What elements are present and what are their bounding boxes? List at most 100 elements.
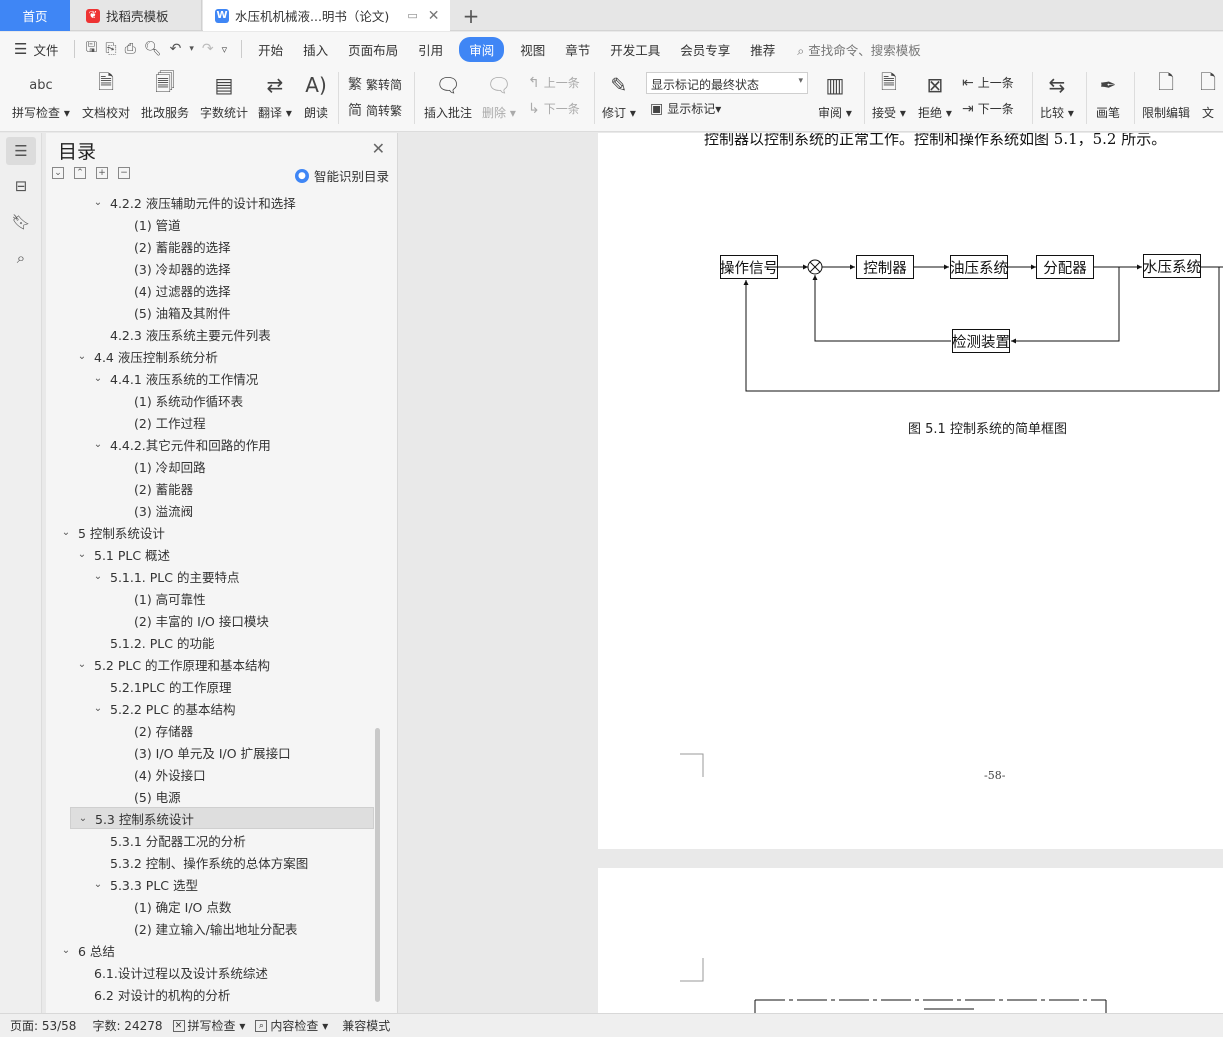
page-indicator[interactable]: 页面: 53/58 [10, 1017, 76, 1034]
export-pdf-icon[interactable]: ⎘ [105, 41, 116, 57]
translate-button[interactable]: ⇄ 翻译 ▾ [258, 70, 292, 121]
menu-developer[interactable]: 开发工具 [610, 40, 660, 59]
menu-page-layout[interactable]: 页面布局 [348, 40, 398, 59]
toc-item[interactable]: ⌄ 5.1 PLC 概述 [46, 543, 376, 565]
toc-item[interactable]: (2) 蓄能器 [46, 477, 376, 499]
menu-file[interactable]: 文件 [33, 40, 58, 59]
chevron-down-icon[interactable]: ⌄ [92, 373, 104, 384]
chevron-down-icon[interactable]: ⌄ [77, 813, 89, 824]
chevron-down-icon[interactable]: ⌄ [76, 659, 88, 670]
menu-view[interactable]: 视图 [520, 40, 545, 59]
toc-item[interactable]: ⌄ 5.1.1. PLC 的主要特点 [46, 565, 376, 587]
word-count-indicator[interactable]: 字数: 24278 [92, 1017, 162, 1034]
menu-chapter[interactable]: 章节 [565, 40, 590, 59]
toc-item[interactable]: (3) 溢流阀 [46, 499, 376, 521]
toc-item[interactable]: ⌄ 4.4 液压控制系统分析 [46, 345, 376, 367]
collapse-all-icon[interactable]: ⌄ [52, 167, 64, 179]
menu-recommend[interactable]: 推荐 [750, 40, 775, 59]
chevron-down-icon[interactable]: ⌄ [92, 703, 104, 714]
toc-item[interactable]: (2) 丰富的 I/O 接口模块 [46, 609, 376, 631]
hamburger-icon[interactable]: ☰ [14, 40, 27, 58]
print-icon[interactable]: ⎙ [125, 41, 136, 57]
menu-insert[interactable]: 插入 [303, 40, 328, 59]
customize-dropdown-icon[interactable]: ▿ [222, 43, 228, 56]
toc-item[interactable]: (2) 蓄能器的选择 [46, 235, 376, 257]
status-content-check[interactable]: ⌕ 内容检查 ▾ [255, 1017, 328, 1034]
search-icon[interactable]: ⌕ [10, 247, 32, 269]
close-icon[interactable]: ✕ [372, 139, 385, 158]
chevron-down-icon[interactable]: ⌄ [60, 527, 72, 538]
menu-member[interactable]: 会员专享 [680, 40, 730, 59]
spell-check-button[interactable]: abc 拼写检查 ▾ [12, 70, 70, 121]
print-preview-icon[interactable]: 🔍︎ [144, 41, 162, 57]
toc-item[interactable]: 6.2 对设计的机构的分析 [46, 983, 376, 1005]
trad-to-simp-button[interactable]: 繁繁转简 [348, 74, 402, 94]
toc-item[interactable]: (1) 冷却回路 [46, 455, 376, 477]
toc-item[interactable]: (5) 油箱及其附件 [46, 301, 376, 323]
bookmark-icon[interactable]: 🔖︎ [10, 211, 32, 233]
chevron-down-icon[interactable]: ⌄ [92, 197, 104, 208]
undo-dropdown-icon[interactable]: ▾ [189, 44, 194, 54]
menu-start[interactable]: 开始 [258, 40, 283, 59]
tab-home[interactable]: 首页 [0, 0, 70, 31]
toc-item[interactable]: (1) 确定 I/O 点数 [46, 895, 376, 917]
command-search[interactable]: ⌕ 查找命令、搜索模板 [797, 40, 921, 59]
toc-item[interactable]: (2) 工作过程 [46, 411, 376, 433]
toc-item[interactable]: (1) 系统动作循环表 [46, 389, 376, 411]
toc-item[interactable]: ⌄ 5 控制系统设计 [46, 521, 376, 543]
compare-button[interactable]: ⇆ 比较 ▾ [1040, 70, 1074, 121]
toc-scrollbar[interactable] [375, 728, 380, 1002]
toc-item[interactable]: ⌄ 5.3.3 PLC 选型 [46, 873, 376, 895]
toc-item[interactable]: ⌄ 5.3 控制系统设计 [70, 807, 374, 829]
pin-window-icon[interactable]: ▭ [407, 9, 417, 22]
save-icon[interactable]: 🖫 [85, 37, 97, 61]
chevron-down-icon[interactable]: ⌄ [92, 879, 104, 890]
smart-toc-button[interactable]: ● 智能识别目录 [294, 166, 389, 185]
toc-item[interactable]: 5.3.2 控制、操作系统的总体方案图 [46, 851, 376, 873]
menu-review[interactable]: 审阅 [459, 36, 505, 62]
toc-item[interactable]: (1) 管道 [46, 213, 376, 235]
toc-item[interactable]: 5.2.1PLC 的工作原理 [46, 675, 376, 697]
accept-button[interactable]: 🗎 接受 ▾ [872, 70, 906, 121]
toc-item[interactable]: 5.1.2. PLC 的功能 [46, 631, 376, 653]
undo-icon[interactable]: ↶ [170, 41, 182, 57]
toc-item[interactable]: (2) 建立输入/输出地址分配表 [46, 917, 376, 939]
chevron-down-icon[interactable]: ⌄ [60, 945, 72, 956]
document-permission-button[interactable]: 🗋 文 [1200, 70, 1216, 121]
toc-item[interactable]: (3) I/O 单元及 I/O 扩展接口 [46, 741, 376, 763]
prev-change-button[interactable]: ⇤ 上一条 [962, 74, 1014, 91]
toc-item[interactable]: ⌄ 6 总结 [46, 939, 376, 961]
track-changes-button[interactable]: ✎ 修订 ▾ [602, 70, 636, 121]
chevron-down-icon[interactable]: ⌄ [92, 439, 104, 450]
restrict-editing-button[interactable]: 🗋 限制编辑 [1142, 70, 1190, 121]
toc-item[interactable]: 6.1.设计过程以及设计系统综述 [46, 961, 376, 983]
tab-template[interactable]: ❦ 找稻壳模板 [72, 0, 202, 31]
markup-state-select[interactable]: 显示标记的最终状态 ▾ [646, 72, 808, 94]
toc-item[interactable]: (5) 电源 [46, 785, 376, 807]
batch-service-button[interactable]: 🗐 批改服务 [141, 70, 189, 121]
chapter-nav-icon[interactable]: ⊟ [10, 175, 32, 197]
delete-comment-button[interactable]: 🗨 删除 ▾ [482, 70, 516, 121]
chevron-down-icon[interactable]: ⌄ [76, 549, 88, 560]
toc-item[interactable]: (4) 外设接口 [46, 763, 376, 785]
chevron-down-icon[interactable]: ⌄ [76, 351, 88, 362]
toc-item[interactable]: (4) 过滤器的选择 [46, 279, 376, 301]
next-comment-button[interactable]: ↳ 下一条 [528, 100, 580, 117]
insert-comment-button[interactable]: 🗨 插入批注 [424, 70, 472, 121]
toc-item[interactable]: ⌄ 5.2.2 PLC 的基本结构 [46, 697, 376, 719]
expand-up-icon[interactable]: ⌃ [74, 167, 86, 179]
toc-panel-icon[interactable]: ☰ [6, 137, 36, 165]
chevron-down-icon[interactable]: ⌄ [92, 571, 104, 582]
review-pane-button[interactable]: ▥ 审阅 ▾ [818, 70, 852, 121]
reject-button[interactable]: ⊠ 拒绝 ▾ [918, 70, 952, 121]
next-change-button[interactable]: ⇥ 下一条 [962, 100, 1014, 117]
toc-item[interactable]: 5.3.1 分配器工况的分析 [46, 829, 376, 851]
toc-item[interactable]: ⌄ 5.2 PLC 的工作原理和基本结构 [46, 653, 376, 675]
status-spell-check[interactable]: ✕ 拼写检查 ▾ [172, 1017, 245, 1034]
toc-item[interactable]: ⌄ 4.2.2 液压辅助元件的设计和选择 [46, 191, 376, 213]
prev-comment-button[interactable]: ↰ 上一条 [528, 74, 580, 91]
word-count-button[interactable]: ▤ 字数统计 [200, 70, 248, 121]
show-markup-button[interactable]: ▣ 显示标记 ▾ [650, 100, 721, 117]
menu-references[interactable]: 引用 [418, 40, 443, 59]
toc-item[interactable]: (3) 冷却器的选择 [46, 257, 376, 279]
